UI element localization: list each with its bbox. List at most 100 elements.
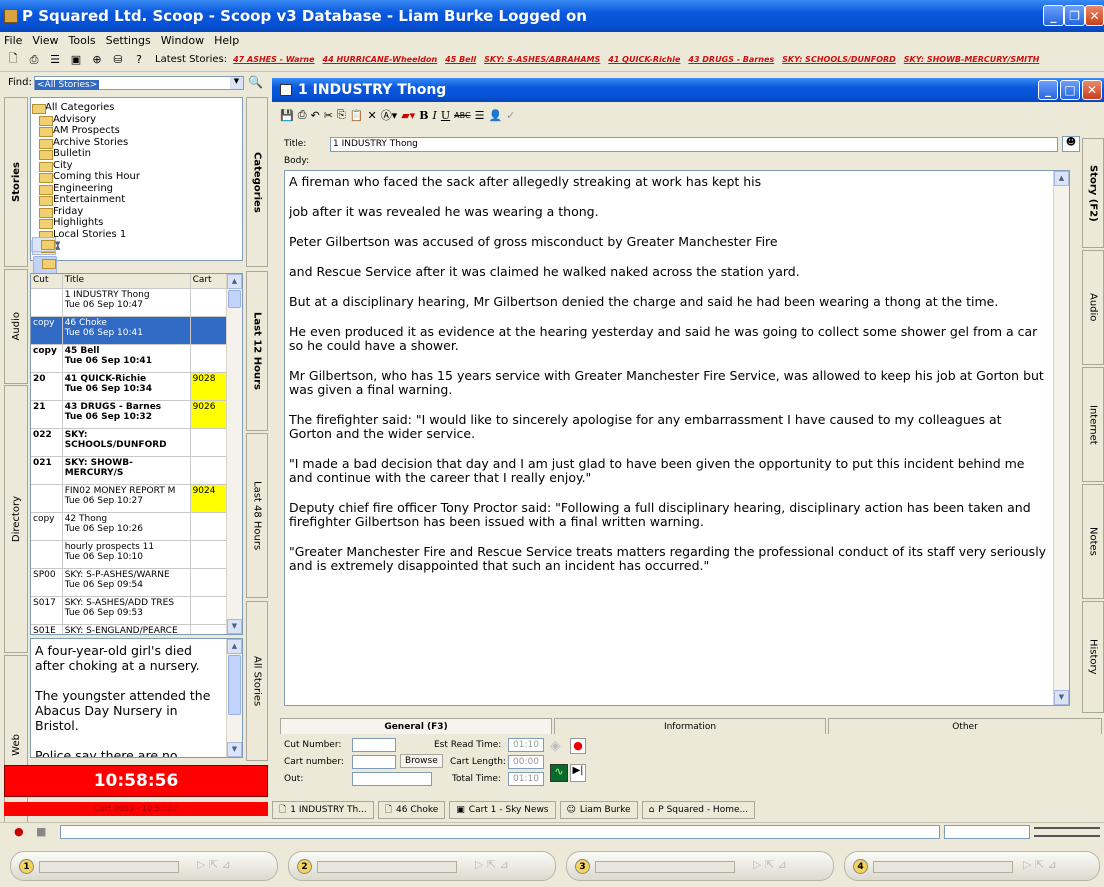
tab-categories[interactable]: Categories	[246, 97, 268, 267]
delete-icon[interactable]: ✕	[367, 109, 376, 122]
tree-item[interactable]: Entertainment	[31, 194, 242, 206]
play-icon[interactable]: ▶|	[570, 764, 586, 782]
player-3[interactable]: 3 ▷ ⇱ ⊿	[566, 851, 834, 881]
help-icon[interactable]: ?	[130, 51, 148, 69]
record-icon[interactable]: ●	[14, 825, 24, 838]
table-row[interactable]: copy 42 Thong Tue 06 Sep 10:26	[31, 512, 229, 541]
tree-item[interactable]: All Categories	[31, 102, 242, 114]
browse-button[interactable]: Browse	[400, 754, 443, 768]
tab-stories[interactable]: Stories	[4, 97, 28, 267]
table-row[interactable]: 1 INDUSTRY Thong Tue 06 Sep 10:47	[31, 288, 229, 317]
story-body-editor[interactable]: A fireman who faced the sack after alleg…	[284, 170, 1070, 706]
tab-notes[interactable]: Notes	[1082, 484, 1104, 599]
menu-tools[interactable]: Tools	[69, 34, 96, 47]
waveform-icon[interactable]: ∿	[550, 764, 568, 782]
bullets-icon[interactable]: ☰	[475, 109, 485, 122]
taskbar-item[interactable]: ☺ Liam Burke	[559, 801, 638, 819]
tab-other[interactable]: Other	[828, 718, 1102, 734]
taskbar-item[interactable]: ▣ Cart 1 - Sky News	[449, 801, 556, 819]
tree-item[interactable]: Highlights	[31, 217, 242, 229]
menu-file[interactable]: File	[4, 34, 22, 47]
latest-story-link[interactable]: 45 Bell	[445, 55, 476, 64]
latest-story-link[interactable]: SKY: SHOWB-MERCURY/SMITH	[904, 55, 1040, 64]
tab-audio[interactable]: Audio	[4, 269, 28, 384]
column-header-title[interactable]: Title	[62, 274, 191, 289]
tree-item[interactable]: Friday	[31, 206, 242, 217]
menu-help[interactable]: Help	[214, 34, 239, 47]
tab-last-12-hours[interactable]: Last 12 Hours	[246, 271, 268, 431]
record-icon[interactable]: ●	[570, 738, 586, 754]
strikethrough-icon[interactable]: ABC	[454, 111, 470, 120]
tree-item[interactable]: City	[31, 160, 242, 171]
player-2[interactable]: 2 ▷ ⇱ ⊿	[288, 851, 556, 881]
maximize-button[interactable]: ❐	[1064, 5, 1085, 26]
print-icon[interactable]: ⎙	[25, 51, 43, 69]
audio-wave-icon[interactable]: ◈	[550, 738, 561, 754]
network-icon[interactable]: ⊕	[88, 51, 106, 69]
table-row[interactable]: S017 SKY: S-ASHES/ADD TRES Tue 06 Sep 09:5…	[31, 596, 229, 625]
body-scrollbar[interactable]: ▲ ▼	[1053, 171, 1069, 705]
table-row[interactable]: 20 41 QUICK-Richie Tue 06 Sep 10:34 9028	[31, 372, 229, 401]
player-controls-icon[interactable]: ▷ ⇱ ⊿	[753, 858, 787, 871]
tab-story[interactable]: Story (F2)	[1082, 138, 1104, 248]
table-row[interactable]: copy 45 Bell Tue 06 Sep 10:41	[31, 344, 229, 373]
bold-icon[interactable]: B	[419, 109, 428, 122]
column-header-cart[interactable]: Cart	[190, 274, 229, 289]
list-icon[interactable]: ☰	[46, 51, 64, 69]
italic-icon[interactable]: I	[433, 109, 437, 122]
copy-icon[interactable]: ⎘	[337, 108, 346, 122]
taskbar-item[interactable]: 🗋 46 Choke	[377, 801, 446, 819]
paste-icon[interactable]: 📋	[350, 109, 364, 122]
voice-icon[interactable]: ☻	[1062, 136, 1080, 152]
close-button[interactable]: ✕	[1085, 5, 1104, 26]
cut-number-input[interactable]	[352, 738, 396, 752]
window-icon[interactable]: ▣	[67, 51, 85, 69]
story-minimize-button[interactable]: _	[1038, 80, 1058, 100]
underline-icon[interactable]: U	[441, 109, 450, 122]
story-close-button[interactable]: ✕	[1082, 80, 1102, 100]
tree-item[interactable]: Advisory	[31, 114, 242, 125]
player-controls-icon[interactable]: ▷ ⇱ ⊿	[475, 858, 509, 871]
latest-story-link[interactable]: 43 DRUGS - Barnes	[688, 55, 774, 64]
tab-all-stories[interactable]: All Stories	[246, 601, 268, 761]
table-row[interactable]: copy 46 Choke Tue 06 Sep 10:41	[31, 316, 229, 345]
table-row[interactable]: 022 SKY: SCHOOLS/DUNFORD	[31, 428, 229, 457]
font-icon[interactable]: Ⓐ▾	[381, 107, 398, 123]
player-controls-icon[interactable]: ▷ ⇱ ⊿	[197, 858, 231, 871]
scroll-up-icon[interactable]: ▲	[227, 274, 242, 289]
find-select[interactable]: <All Stories> ▼	[34, 76, 244, 90]
column-header-cut[interactable]: Cut	[31, 274, 63, 289]
tree-item[interactable]: Local Stories 1	[31, 229, 242, 240]
minimize-button[interactable]: _	[1043, 5, 1064, 26]
menu-window[interactable]: Window	[161, 34, 204, 47]
tab-internet[interactable]: Internet	[1082, 367, 1104, 482]
tree-scrollbar[interactable]: ▲▼	[31, 236, 60, 296]
find-search-icon[interactable]: 🔍	[248, 75, 263, 89]
story-maximize-button[interactable]: □	[1060, 80, 1080, 100]
table-row[interactable]: hourly prospects 11 Tue 06 Sep 10:10	[31, 540, 229, 569]
undo-icon[interactable]: ↶	[311, 109, 320, 122]
scroll-down-icon[interactable]: ▼	[1054, 690, 1069, 705]
latest-story-link[interactable]: 47 ASHES - Warne	[233, 55, 314, 64]
tree-item[interactable]: Bulletin	[31, 148, 242, 160]
preview-scrollbar[interactable]: ▲ ▼	[226, 639, 242, 757]
stop-icon[interactable]: ■	[36, 825, 46, 838]
cart-icon[interactable]: ⛁	[109, 51, 127, 69]
taskbar-item[interactable]: 🗋 1 INDUSTRY Th...	[272, 801, 374, 819]
tree-item[interactable]: Archive Stories	[31, 137, 242, 148]
player-controls-icon[interactable]: ▷ ⇱ ⊿	[1023, 858, 1057, 871]
story-title-input[interactable]: 1 INDUSTRY Thong	[330, 137, 1058, 152]
latest-story-link[interactable]: SKY: S-ASHES/ABRAHAMS	[484, 55, 600, 64]
save-icon[interactable]: 💾	[280, 109, 294, 122]
tree-item[interactable]: Coming this Hour	[31, 171, 242, 183]
tab-last-48-hours[interactable]: Last 48 Hours	[246, 433, 268, 598]
user-icon[interactable]: 👤	[488, 109, 502, 122]
scroll-up-icon[interactable]: ▲	[1054, 171, 1069, 186]
spellcheck-icon[interactable]: ✓	[506, 109, 515, 122]
new-icon[interactable]: 🗋	[4, 51, 22, 69]
tree-item[interactable]: Engineering	[31, 183, 242, 194]
scroll-up-icon[interactable]: ▲	[227, 639, 242, 654]
tree-item[interactable]: AM Prospects	[31, 125, 242, 137]
tab-directory[interactable]: Directory	[4, 385, 28, 653]
taskbar-item[interactable]: ⌂ P Squared - Home...	[641, 801, 756, 819]
